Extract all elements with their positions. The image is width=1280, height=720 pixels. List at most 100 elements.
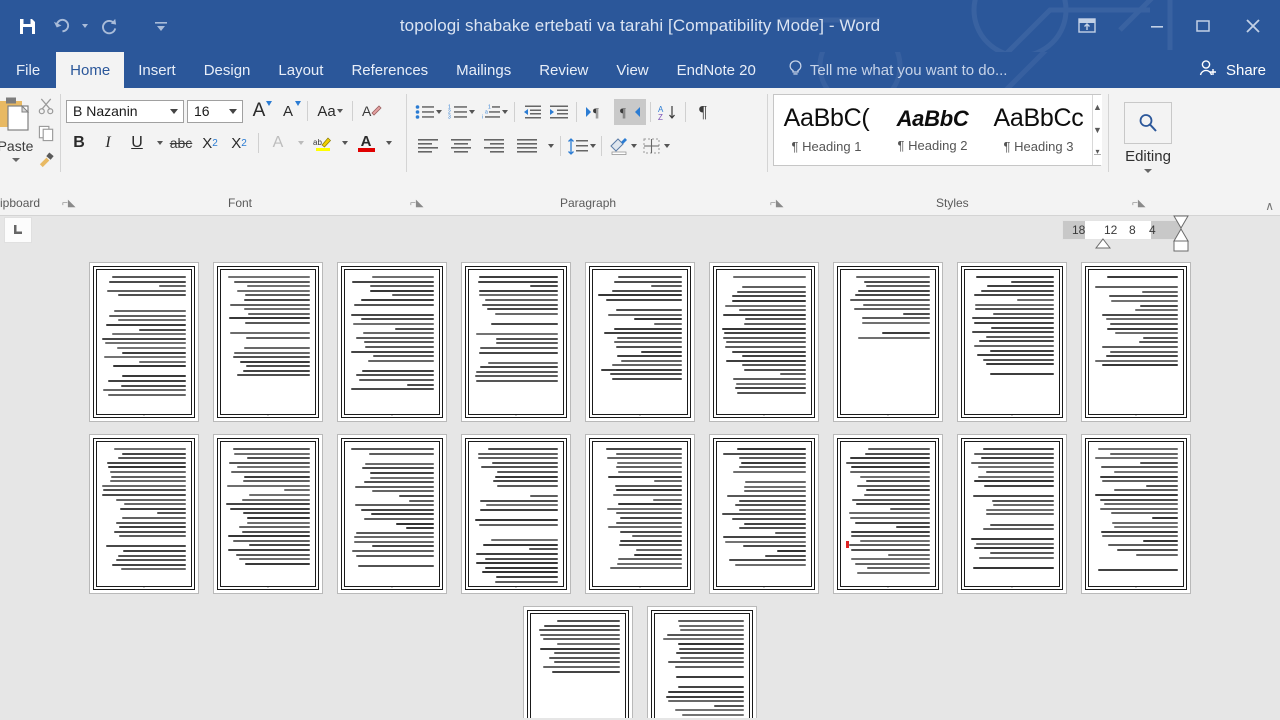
font-size-dropdown-icon[interactable] [226, 109, 240, 114]
page-thumbnail[interactable]: - [1081, 262, 1191, 422]
align-center-button[interactable] [445, 133, 477, 159]
change-case-button[interactable]: Aa [314, 98, 346, 124]
styles-scroll-up-icon[interactable]: ▲ [1093, 97, 1102, 117]
tab-home[interactable]: Home [56, 52, 125, 88]
page-thumbnail[interactable]: - [523, 606, 633, 718]
numbering-button[interactable]: 123 [445, 99, 477, 125]
highlight-dropdown-icon[interactable] [338, 130, 350, 156]
justify-dropdown-icon[interactable] [544, 133, 556, 159]
style-heading-1[interactable]: AaBbC( ¶ Heading 1 [774, 95, 880, 165]
page-thumbnail[interactable]: - [461, 262, 571, 422]
tab-mailings[interactable]: Mailings [442, 52, 525, 88]
multilevel-list-button[interactable]: 1ai [478, 99, 510, 125]
page-thumbnail[interactable]: - [647, 606, 757, 718]
font-color-button[interactable]: A [353, 130, 379, 156]
subscript-button[interactable]: X2 [197, 130, 223, 156]
page-thumbnail[interactable]: - [585, 434, 695, 594]
right-indent-marker[interactable] [1172, 215, 1190, 255]
tell-me-search[interactable]: Tell me what you want to do... [788, 52, 1007, 88]
page-thumbnail[interactable]: - [957, 262, 1067, 422]
line-spacing-button[interactable] [565, 133, 597, 159]
strikethrough-button[interactable]: abc [168, 130, 194, 156]
ltr-text-direction-button[interactable]: ¶ [581, 99, 613, 125]
line-spacing-dropdown-icon[interactable] [589, 144, 596, 148]
quick-access-toolbar[interactable] [0, 9, 178, 43]
undo-dropdown-icon[interactable] [78, 11, 92, 41]
align-left-button[interactable] [412, 133, 444, 159]
bullets-dropdown-icon[interactable] [435, 110, 442, 114]
copy-icon[interactable] [38, 125, 55, 147]
tab-design[interactable]: Design [190, 52, 265, 88]
text-effects-dropdown-icon[interactable] [294, 130, 306, 156]
left-indent-marker[interactable] [1095, 238, 1111, 249]
numbering-dropdown-icon[interactable] [468, 110, 475, 114]
customize-qat-icon[interactable] [144, 9, 178, 43]
shrink-font-button[interactable]: A [275, 98, 301, 124]
shading-button[interactable] [606, 133, 638, 159]
page-thumbnail[interactable]: - [709, 262, 819, 422]
align-right-button[interactable] [478, 133, 510, 159]
text-highlight-button[interactable]: ab [309, 130, 335, 156]
underline-dropdown-icon[interactable] [153, 130, 165, 156]
share-button[interactable]: Share [1187, 52, 1280, 88]
page-thumbnail[interactable]: - [337, 262, 447, 422]
decrease-indent-button[interactable] [519, 99, 545, 125]
grow-font-button[interactable]: A [246, 98, 272, 124]
page-thumbnail[interactable]: - [213, 262, 323, 422]
save-icon[interactable] [10, 9, 44, 43]
tab-stop-selector[interactable] [4, 217, 32, 243]
styles-scroll-down-icon[interactable]: ▼ [1093, 120, 1102, 140]
tab-references[interactable]: References [337, 52, 442, 88]
paste-button[interactable]: Paste [0, 94, 38, 162]
editing-dropdown-icon[interactable] [1144, 169, 1152, 173]
window-controls[interactable] [1064, 0, 1280, 52]
tab-review[interactable]: Review [525, 52, 602, 88]
maximize-icon[interactable] [1180, 0, 1226, 52]
change-case-dropdown-icon[interactable] [336, 109, 343, 113]
tab-file[interactable]: File [0, 52, 57, 88]
borders-dropdown-icon[interactable] [663, 144, 670, 148]
show-formatting-marks-button[interactable]: ¶ [690, 99, 716, 125]
multilevel-dropdown-icon[interactable] [501, 110, 508, 114]
horizontal-ruler[interactable]: 18 12 8 4 [1062, 220, 1182, 240]
font-dialog-launcher[interactable]: ⌐◣ [410, 198, 424, 209]
cut-icon[interactable] [38, 98, 55, 120]
superscript-button[interactable]: X2 [226, 130, 252, 156]
tab-insert[interactable]: Insert [124, 52, 190, 88]
styles-more-icon[interactable]: ▾ — [1094, 143, 1101, 163]
collapse-ribbon-button[interactable]: ∧ [1265, 199, 1274, 213]
tab-endnote[interactable]: EndNote 20 [663, 52, 770, 88]
style-heading-3[interactable]: AaBbCс ¶ Heading 3 [986, 95, 1092, 165]
clipboard-dialog-launcher[interactable]: ⌐◣ [62, 198, 76, 209]
justify-button[interactable] [511, 133, 543, 159]
paste-dropdown-icon[interactable] [11, 158, 20, 162]
tab-layout[interactable]: Layout [264, 52, 337, 88]
page-thumbnail[interactable]: - [89, 434, 199, 594]
italic-button[interactable]: I [95, 130, 121, 156]
styles-scrollbar[interactable]: ▲ ▼ ▾ — [1092, 95, 1102, 165]
borders-button[interactable] [639, 133, 671, 159]
page-thumbnail[interactable]: - [89, 262, 199, 422]
page-thumbnail[interactable]: - [461, 434, 571, 594]
document-canvas[interactable]: --------- --------- -- [0, 252, 1280, 718]
page-thumbnail[interactable]: - [337, 434, 447, 594]
sort-button[interactable]: AZ [655, 99, 681, 125]
bold-button[interactable]: B [66, 130, 92, 156]
redo-icon[interactable] [92, 9, 126, 43]
ribbon-display-options-icon[interactable] [1064, 0, 1110, 52]
search-icon[interactable] [1124, 102, 1172, 144]
page-thumbnail[interactable]: - [709, 434, 819, 594]
page-thumbnail[interactable]: - [1081, 434, 1191, 594]
increase-indent-button[interactable] [546, 99, 572, 125]
font-name-combobox[interactable]: B Nazanin [66, 99, 184, 123]
styles-dialog-launcher[interactable]: ⌐◣ [1132, 198, 1146, 209]
minimize-icon[interactable] [1134, 0, 1180, 52]
font-name-dropdown-icon[interactable] [167, 109, 181, 114]
page-thumbnail[interactable]: - [833, 262, 943, 422]
style-heading-2[interactable]: AaBbC ¶ Heading 2 [880, 95, 986, 165]
undo-icon[interactable] [44, 9, 78, 43]
shading-dropdown-icon[interactable] [630, 144, 637, 148]
page-thumbnail[interactable]: - [213, 434, 323, 594]
paragraph-dialog-launcher[interactable]: ⌐◣ [770, 198, 784, 209]
underline-button[interactable]: U [124, 130, 150, 156]
